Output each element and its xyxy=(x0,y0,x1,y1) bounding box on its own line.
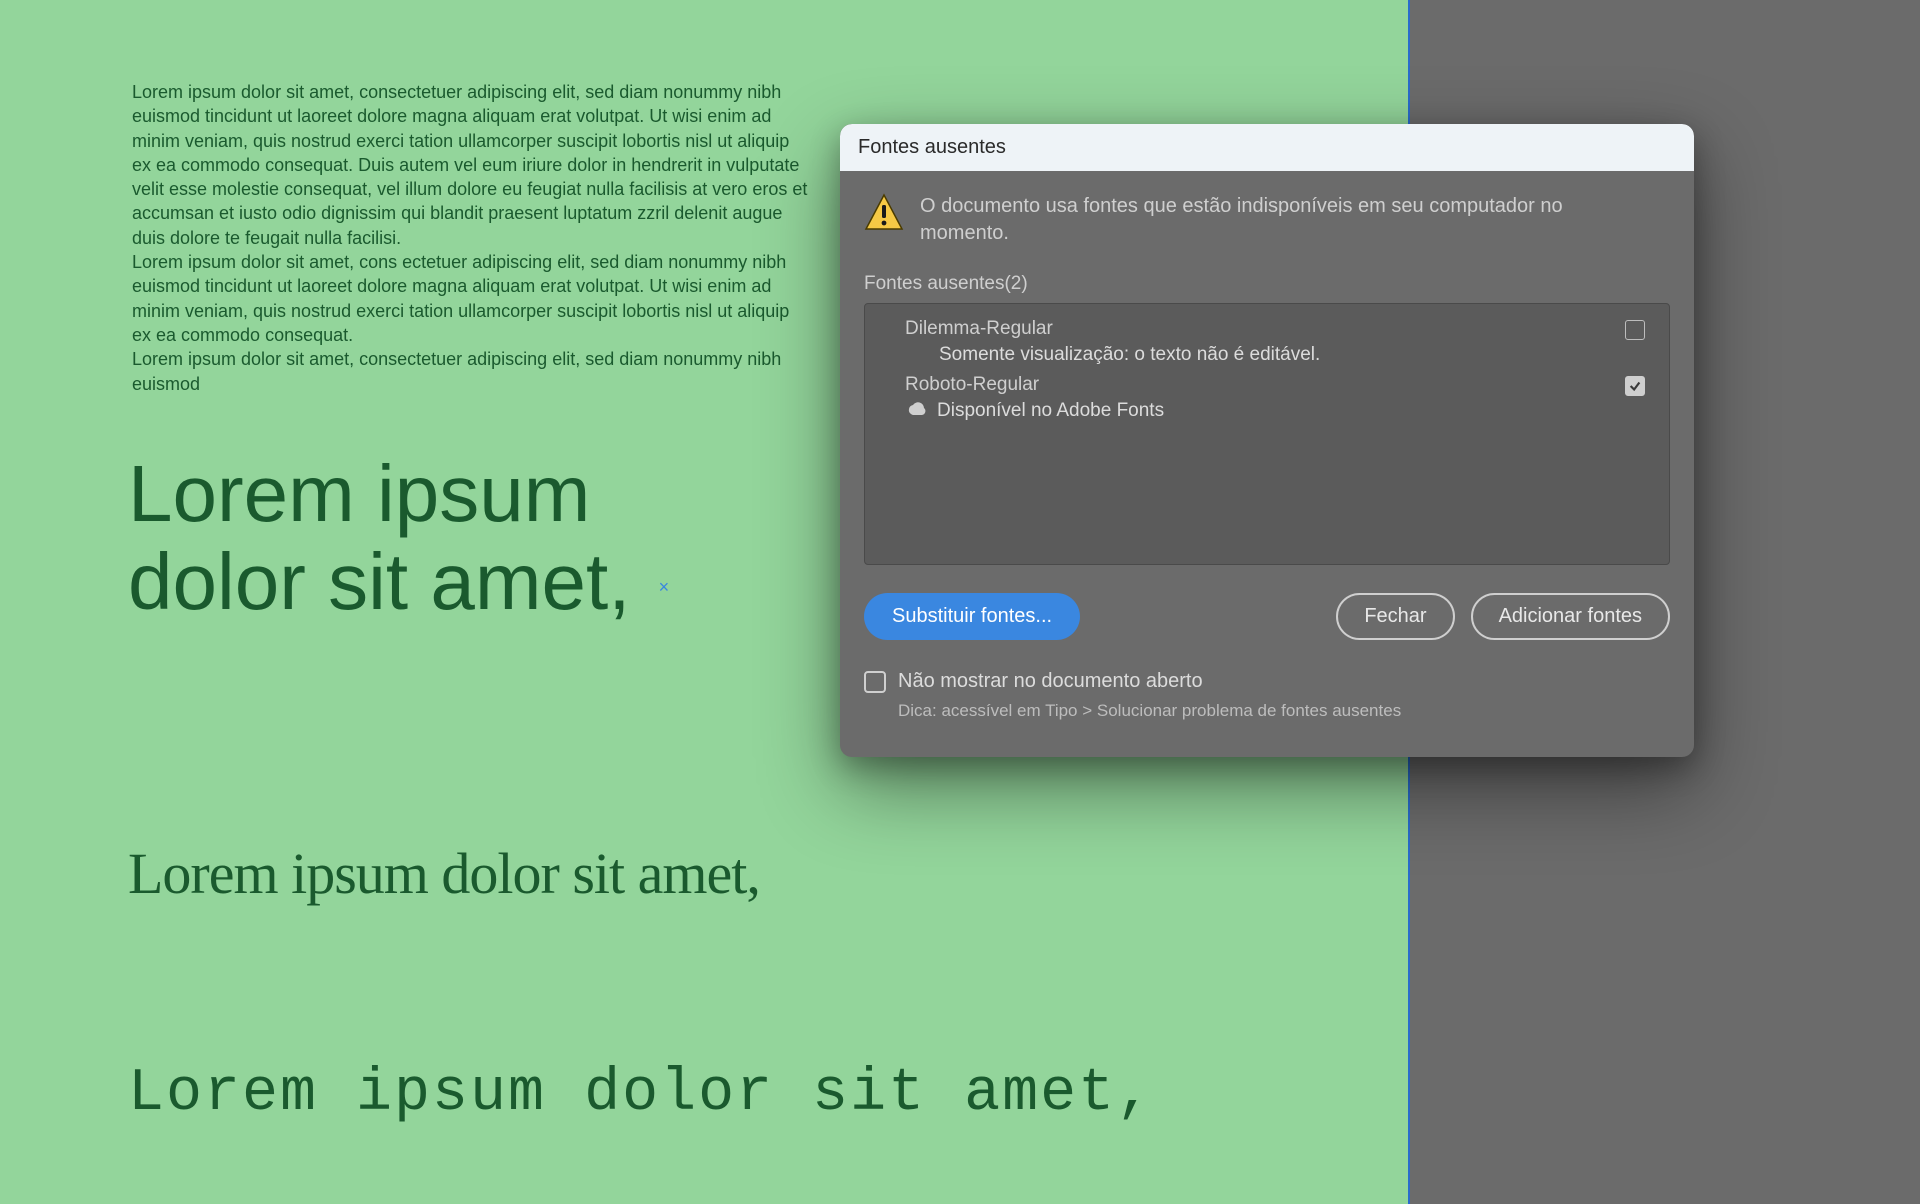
font-list-item[interactable]: Roboto-Regular Disponível no Adobe Fonts xyxy=(865,370,1669,426)
close-button[interactable]: Fechar xyxy=(1336,593,1454,640)
font-status: Somente visualização: o texto não é edit… xyxy=(905,344,1625,366)
headline-sample-1: Lorem ipsum dolor sit amet, × xyxy=(128,450,669,626)
tip-text: Dica: acessível em Tipo > Solucionar pro… xyxy=(864,701,1670,739)
font-name: Roboto-Regular xyxy=(905,374,1625,396)
font-list-item[interactable]: Dilemma-Regular Somente visualização: o … xyxy=(865,314,1669,370)
font-activate-checkbox[interactable] xyxy=(1625,320,1645,340)
body-text-block: Lorem ipsum dolor sit amet, consectetuer… xyxy=(132,80,812,396)
adobe-fonts-icon xyxy=(905,400,927,422)
paragraph: Lorem ipsum dolor sit amet, consectetuer… xyxy=(132,347,812,396)
missing-fonts-dialog: Fontes ausentes O documento usa fontes q… xyxy=(840,124,1694,757)
headline-sample-2: Lorem ipsum dolor sit amet, xyxy=(128,840,760,907)
dont-show-checkbox[interactable] xyxy=(864,671,886,693)
font-list-label: Fontes ausentes(2) xyxy=(864,273,1670,295)
font-status: Disponível no Adobe Fonts xyxy=(905,400,1625,422)
dont-show-label: Não mostrar no documento aberto xyxy=(898,670,1203,693)
font-name: Dilemma-Regular xyxy=(905,318,1625,340)
overset-marker-icon: × xyxy=(659,577,670,597)
add-fonts-button[interactable]: Adicionar fontes xyxy=(1471,593,1670,640)
paragraph: Lorem ipsum dolor sit amet, cons ectetue… xyxy=(132,250,812,347)
font-activate-checkbox[interactable] xyxy=(1625,376,1645,396)
dialog-title: Fontes ausentes xyxy=(840,124,1694,171)
headline-sample-3: Lorem ipsum dolor sit amet, xyxy=(128,1060,1154,1128)
warning-message: O documento usa fontes que estão indispo… xyxy=(920,193,1610,247)
font-status-text: Disponível no Adobe Fonts xyxy=(937,400,1164,422)
warning-icon xyxy=(864,193,904,231)
headline-line: dolor sit amet, xyxy=(128,537,630,626)
paragraph: Lorem ipsum dolor sit amet, consectetuer… xyxy=(132,80,812,250)
replace-fonts-button[interactable]: Substituir fontes... xyxy=(864,593,1080,640)
headline-line: Lorem ipsum xyxy=(128,449,590,538)
missing-fonts-list: Dilemma-Regular Somente visualização: o … xyxy=(864,303,1670,565)
